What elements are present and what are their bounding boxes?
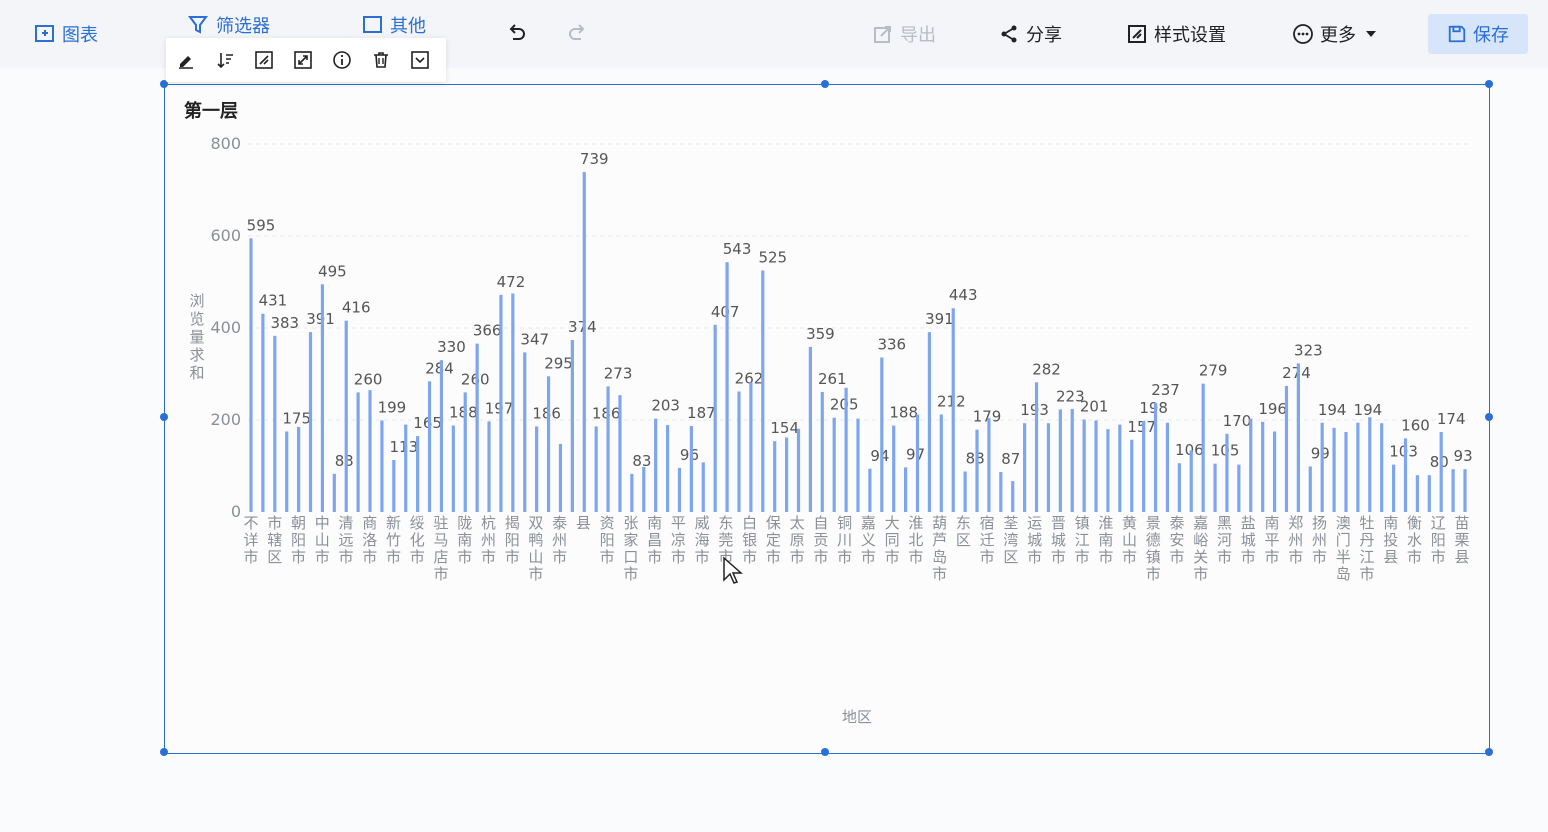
chart-widget[interactable] [164,84,1490,754]
save-button[interactable]: 保存 [1428,14,1528,54]
expand-icon [293,51,312,69]
sort-button[interactable] [205,38,244,82]
resize-handle-e[interactable] [1485,413,1493,421]
export-label: 导出 [900,25,936,46]
trash-icon [373,52,388,68]
export-icon [874,26,891,43]
other-icon [363,16,382,33]
other-menu-label: 其他 [390,16,426,36]
more-label: 更多 [1320,25,1356,46]
resize-handle-n[interactable] [821,80,829,88]
save-icon [1448,25,1466,43]
share-icon [1001,25,1017,43]
redo-icon [569,24,585,40]
more-icon [1293,24,1313,44]
resize-handle-se[interactable] [1485,748,1493,756]
style-icon [1128,25,1146,43]
widget-toolbar [166,38,446,82]
undo-button[interactable] [506,18,534,50]
delete-button[interactable] [361,38,400,82]
brush-icon [254,51,273,69]
filter-menu-label: 筛选器 [216,16,270,36]
more-menu-button[interactable]: 更多 [1292,18,1378,50]
mouse-cursor-icon [723,556,743,584]
info-button[interactable] [322,38,361,82]
info-icon [332,51,351,69]
style-button[interactable] [244,38,283,82]
chart-title: 第一层 [184,101,238,122]
expand-button[interactable] [283,38,322,82]
resize-handle-w[interactable] [160,413,168,421]
edit-button[interactable] [166,38,205,82]
checkbox-down-icon [410,51,429,69]
resize-handle-ne[interactable] [1485,80,1493,88]
redo-button[interactable] [566,18,594,50]
share-label: 分享 [1026,25,1062,46]
chart-menu-button[interactable]: 图表 [34,18,98,50]
pen-icon [178,56,193,69]
caret-down-icon [1366,31,1376,37]
style-settings-label: 样式设置 [1154,25,1226,46]
share-button[interactable]: 分享 [998,18,1062,50]
undo-icon [509,24,525,40]
resize-handle-s[interactable] [821,748,829,756]
style-settings-button[interactable]: 样式设置 [1126,18,1226,50]
sort-icon [216,53,233,69]
select-button[interactable] [400,38,439,82]
chart-add-icon [35,25,54,42]
other-menu-button[interactable]: 其他 [362,14,426,36]
save-label: 保存 [1473,25,1509,46]
filter-menu-button[interactable]: 筛选器 [188,14,270,36]
export-button[interactable]: 导出 [872,18,936,50]
resize-handle-sw[interactable] [160,748,168,756]
filter-icon [188,16,208,34]
chart-menu-label: 图表 [62,25,98,46]
